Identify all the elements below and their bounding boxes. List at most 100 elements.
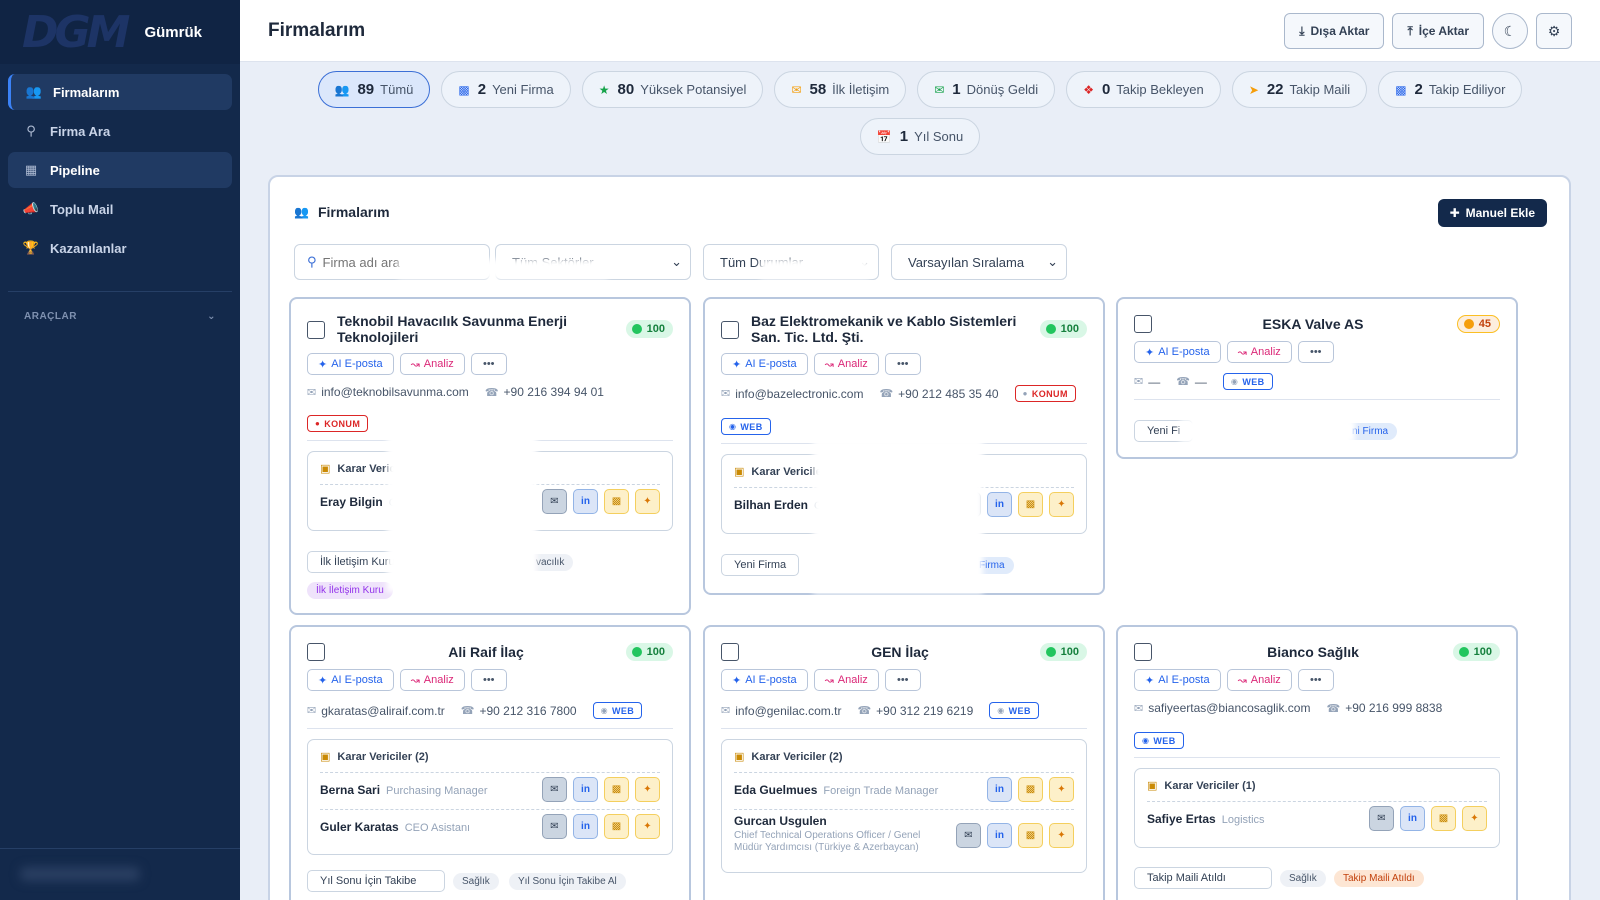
sidebar-item-pipeline[interactable]: ▦ Pipeline (8, 152, 232, 188)
select-checkbox[interactable] (307, 643, 325, 661)
status-select[interactable]: Takip Maili Atıldı (1134, 867, 1272, 889)
ai-email-button[interactable]: ✦ AI E-posta (721, 353, 808, 375)
more-button[interactable]: ••• (470, 353, 507, 375)
filter-chip-yuksek-potansiyel[interactable]: ★ 80 Yüksek Potansiyel (581, 71, 764, 108)
more-button[interactable]: ••• (884, 353, 921, 375)
message-icon[interactable]: ▩ (1018, 823, 1043, 848)
linkedin-icon[interactable]: in (987, 823, 1012, 848)
mail-icon[interactable]: ✉ (542, 777, 567, 802)
web-tag[interactable]: ◉ WEB (721, 418, 771, 435)
select-checkbox[interactable] (1134, 315, 1152, 333)
sparkle-icon[interactable]: ✦ (635, 777, 660, 802)
ai-email-button[interactable]: ✦ AI E-posta (1134, 341, 1221, 363)
mail-icon[interactable]: ✉ (1369, 806, 1394, 831)
linkedin-icon[interactable]: in (987, 777, 1012, 802)
sidebar-item-toplu-mail[interactable]: 📣 Toplu Mail (8, 191, 232, 227)
filter-chip-tumu[interactable]: 👥 89 Tümü (317, 71, 431, 108)
company-card[interactable]: Baz Elektromekanik ve Kablo Sistemleri S… (703, 297, 1105, 595)
section-araclar-toggle[interactable]: ARAÇLAR ⌄ (0, 304, 240, 328)
message-icon[interactable]: ▩ (604, 814, 629, 839)
linkedin-icon[interactable]: in (573, 777, 598, 802)
select-checkbox[interactable] (307, 321, 325, 339)
filter-chip-donus-geldi[interactable]: ✉ 1 Dönüş Geldi (917, 71, 1056, 108)
sparkle-icon[interactable]: ✦ (1049, 823, 1074, 848)
select-checkbox[interactable] (1134, 643, 1152, 661)
sparkle-icon[interactable]: ✦ (1049, 492, 1074, 517)
person-row: Berna Sari Purchasing Manager (320, 783, 488, 797)
web-tag[interactable]: ◉ WEB (989, 702, 1039, 719)
tag-row: ● KONUM (307, 414, 369, 432)
mail-icon[interactable]: ✉ (542, 489, 567, 514)
settings-button[interactable]: ⚙ (1536, 13, 1572, 49)
select-checkbox[interactable] (721, 643, 739, 661)
company-email[interactable]: info@genilac.com.tr (735, 704, 841, 718)
message-icon[interactable]: ▩ (604, 489, 629, 514)
company-phone[interactable]: +90 212 316 7800 (479, 704, 576, 718)
sidebar-item-kazanilanlar[interactable]: 🏆 Kazanılanlar (8, 230, 232, 266)
sparkle-icon[interactable]: ✦ (635, 489, 660, 514)
company-email[interactable]: info@teknobilsavunma.com (321, 385, 469, 399)
linkedin-icon[interactable]: in (1400, 806, 1425, 831)
analysis-button[interactable]: ↝ Analiz (813, 669, 879, 691)
sparkle-icon[interactable]: ✦ (1462, 806, 1487, 831)
analysis-button[interactable]: ↝ Analiz (399, 353, 465, 375)
analysis-button[interactable]: ↝ Analiz (813, 353, 879, 375)
company-phone[interactable]: +90 216 394 94 01 (504, 385, 604, 399)
ai-email-button[interactable]: ✦ AI E-posta (307, 353, 394, 375)
linkedin-icon[interactable]: in (573, 814, 598, 839)
filter-chip-yeni-firma[interactable]: ▩ 2 Yeni Firma (441, 71, 571, 108)
company-card[interactable]: Bianco Sağlık 100 ✦ AI E-posta ↝ Analiz ••… (1116, 625, 1518, 900)
sparkle-icon[interactable]: ✦ (1049, 777, 1074, 802)
phone-icon: ☎ (1176, 376, 1190, 388)
linkedin-icon[interactable]: in (573, 489, 598, 514)
select-checkbox[interactable] (721, 321, 739, 339)
company-phone[interactable]: +90 212 485 35 40 (898, 387, 998, 401)
status-select[interactable]: Yıl Sonu İçin Takibe (307, 870, 445, 892)
ai-email-button[interactable]: ✦ AI E-posta (721, 669, 808, 691)
more-button[interactable]: ••• (884, 669, 921, 691)
company-card[interactable]: Ali Raif İlaç 100 ✦ AI E-posta ↝ Analiz ••… (289, 625, 691, 900)
filter-chip-takip-ediliyor[interactable]: ▩ 2 Takip Ediliyor (1378, 71, 1523, 108)
company-card[interactable]: Teknobil Havacılık Savunma Enerji Teknol… (289, 297, 691, 615)
analysis-button[interactable]: ↝ Analiz (1226, 669, 1292, 691)
web-tag[interactable]: ◉ WEB (1134, 732, 1184, 749)
web-tag[interactable]: ◉ WEB (1222, 373, 1273, 390)
message-icon[interactable]: ▩ (1018, 492, 1043, 517)
mail-icon[interactable]: ✉ (956, 823, 981, 848)
import-button[interactable]: ⤒ İçe Aktar (1392, 13, 1484, 49)
ai-email-button[interactable]: ✦ AI E-posta (1134, 669, 1221, 691)
more-button[interactable]: ••• (1297, 341, 1334, 363)
company-phone[interactable]: +90 216 999 8838 (1345, 701, 1442, 715)
filter-chip-yil-sonu[interactable]: 📅 1 Yıl Sonu (859, 118, 981, 155)
more-button[interactable]: ••• (470, 669, 507, 691)
web-tag[interactable]: ◉ WEB (592, 702, 643, 719)
filter-chip-takip-maili[interactable]: ➤ 22 Takip Maili (1231, 71, 1368, 108)
sidebar-item-firmalarim[interactable]: 👥 Firmalarım (8, 74, 232, 110)
analysis-button[interactable]: ↝ Analiz (399, 669, 465, 691)
sparkle-icon[interactable]: ✦ (635, 814, 660, 839)
more-button[interactable]: ••• (1297, 669, 1334, 691)
message-icon[interactable]: ▩ (1431, 806, 1456, 831)
company-phone[interactable]: +90 312 219 6219 (876, 704, 973, 718)
location-tag[interactable]: ● KONUM (1014, 385, 1076, 402)
company-email[interactable]: safiyeertas@biancosaglik.com (1148, 701, 1310, 715)
manual-add-button[interactable]: ✚ Manuel Ekle (1437, 199, 1547, 227)
sort-select[interactable]: Varsayılan Sıralama ⌄ (891, 244, 1067, 280)
company-card[interactable]: ESKA Valve AS 45 ✦ AI E-posta ↝ Analiz •••… (1116, 297, 1518, 459)
ai-email-button[interactable]: ✦ AI E-posta (307, 669, 394, 691)
company-card[interactable]: GEN İlaç 100 ✦ AI E-posta ↝ Analiz ••• ✉ in… (703, 625, 1105, 900)
company-email[interactable]: info@bazelectronic.com (735, 387, 863, 401)
export-button[interactable]: ⤓ Dışa Aktar (1284, 13, 1385, 49)
message-icon[interactable]: ▩ (1018, 777, 1043, 802)
linkedin-icon[interactable]: in (987, 492, 1012, 517)
filter-chip-takip-bekleyen[interactable]: ❖ 0 Takip Bekleyen (1066, 71, 1221, 108)
theme-toggle-button[interactable]: ☾ (1492, 13, 1528, 49)
sidebar-item-firma-ara[interactable]: ⚲ Firma Ara (8, 113, 232, 149)
mail-icon[interactable]: ✉ (542, 814, 567, 839)
filter-chip-ilk-iletisim[interactable]: ✉ 58 İlk İletişim (774, 71, 907, 108)
analysis-button[interactable]: ↝ Analiz (1226, 341, 1292, 363)
message-icon[interactable]: ▩ (604, 777, 629, 802)
company-email[interactable]: gkaratas@aliraif.com.tr (321, 704, 445, 718)
status-select[interactable]: Yeni Firma (721, 554, 800, 576)
location-tag[interactable]: ● KONUM (307, 415, 369, 432)
